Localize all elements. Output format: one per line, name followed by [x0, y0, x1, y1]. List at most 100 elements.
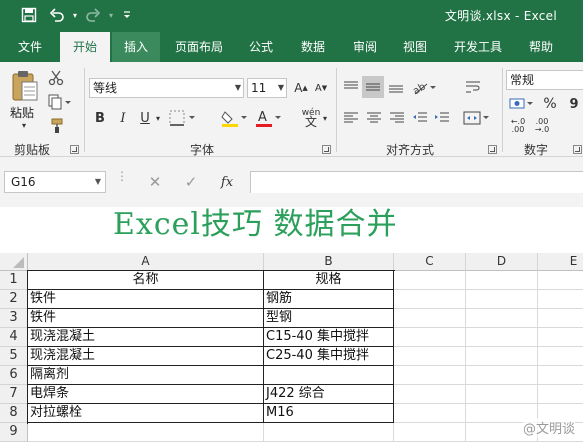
align-left-icon[interactable]: [341, 107, 361, 129]
bold-button[interactable]: B: [92, 109, 108, 127]
font-size-value: 11: [251, 81, 267, 95]
empty-grid[interactable]: [394, 271, 583, 442]
tab-formulas[interactable]: 公式: [238, 32, 284, 62]
align-bottom-icon[interactable]: [386, 76, 406, 98]
table-cell[interactable]: 现浇混凝土: [28, 328, 264, 347]
table-header-cell[interactable]: 规格: [264, 271, 394, 290]
tab-data[interactable]: 数据: [290, 32, 336, 62]
table-cell[interactable]: C15-40 集中搅拌: [264, 328, 394, 347]
align-right-icon[interactable]: [387, 107, 407, 129]
number-format-select[interactable]: 常规: [506, 70, 583, 90]
table-cell[interactable]: 铁件: [28, 290, 264, 309]
table-cell[interactable]: 现浇混凝土: [28, 347, 264, 366]
paste-dropdown-icon[interactable]: ▾: [18, 120, 30, 130]
paste-button-label[interactable]: 粘贴: [10, 104, 34, 121]
wrap-text-icon[interactable]: [462, 76, 484, 98]
number-format-value: 常规: [510, 73, 535, 87]
decrease-font-size-icon[interactable]: A ▼: [312, 78, 330, 98]
table-cell[interactable]: 铁件: [28, 309, 264, 328]
column-header-d[interactable]: D: [466, 253, 538, 271]
fill-color-icon[interactable]: [220, 107, 250, 129]
underline-button[interactable]: U: [137, 109, 153, 127]
format-painter-icon[interactable]: [46, 116, 66, 136]
copy-icon[interactable]: [46, 92, 72, 112]
banner-text: Excel技巧 数据合并: [113, 207, 398, 242]
row-header[interactable]: 1: [0, 271, 28, 290]
formula-input[interactable]: [250, 171, 583, 193]
italic-button[interactable]: I: [115, 109, 131, 127]
cancel-icon[interactable]: ✕: [144, 171, 166, 193]
paste-icon[interactable]: [8, 70, 42, 102]
table-cell[interactable]: 对拉螺栓: [28, 404, 264, 423]
row-header[interactable]: 6: [0, 366, 28, 385]
excel-window: ▾ ▾ 文明谈.xlsx - Excel 文件 开始 插入 页面布局 公式 数据…: [0, 0, 583, 445]
percent-style-button[interactable]: %: [540, 94, 560, 114]
align-middle-icon[interactable]: [362, 76, 384, 98]
decrease-decimal-icon[interactable]: .00 →.0: [532, 116, 552, 136]
row-header[interactable]: 8: [0, 404, 28, 423]
borders-icon[interactable]: [168, 107, 198, 129]
formula-bar-grip-icon[interactable]: ⋮: [116, 170, 128, 191]
increase-font-size-icon[interactable]: A ▲: [292, 78, 310, 98]
table-cell[interactable]: M16: [264, 404, 394, 423]
alignment-group-label: 对齐方式: [386, 143, 435, 157]
save-icon[interactable]: [18, 4, 40, 26]
table-cell[interactable]: [264, 366, 394, 385]
table-cell[interactable]: [28, 423, 264, 442]
name-box-dropdown-icon: ▼: [94, 177, 101, 186]
number-launcher-icon[interactable]: [573, 145, 582, 154]
tab-view[interactable]: 视图: [394, 32, 436, 62]
comma-style-icon[interactable]: 9: [564, 94, 583, 114]
table-cell[interactable]: J422 综合: [264, 385, 394, 404]
row-header[interactable]: 2: [0, 290, 28, 309]
row-header[interactable]: 3: [0, 309, 28, 328]
row-header[interactable]: 5: [0, 347, 28, 366]
column-header-c[interactable]: C: [394, 253, 466, 271]
table-cell[interactable]: [264, 423, 394, 442]
font-name-select[interactable]: 等线 ▼: [89, 78, 244, 98]
row-header[interactable]: 9: [0, 423, 28, 442]
tab-help[interactable]: 帮助: [518, 32, 564, 62]
name-box[interactable]: G16 ▼: [4, 171, 106, 193]
tab-page-layout[interactable]: 页面布局: [166, 32, 232, 62]
tab-review[interactable]: 审阅: [342, 32, 388, 62]
clipboard-launcher-icon[interactable]: [70, 145, 79, 154]
align-center-icon[interactable]: [364, 107, 384, 129]
accounting-format-icon[interactable]: [508, 94, 536, 114]
increase-decimal-icon[interactable]: ←.0.00: [508, 116, 528, 136]
font-size-select[interactable]: 11 ▼: [247, 78, 287, 98]
align-top-icon[interactable]: [341, 76, 361, 98]
table-cell[interactable]: 电焊条: [28, 385, 264, 404]
tab-file[interactable]: 文件: [4, 32, 56, 62]
name-box-value: G16: [11, 175, 36, 189]
column-header-a[interactable]: A: [28, 253, 264, 271]
insert-function-icon[interactable]: fx: [216, 171, 238, 193]
select-all-corner[interactable]: [0, 253, 28, 271]
font-launcher-icon[interactable]: [322, 145, 331, 154]
row-header[interactable]: 7: [0, 385, 28, 404]
decrease-indent-icon[interactable]: [410, 107, 430, 129]
table-cell[interactable]: 型钢: [264, 309, 394, 328]
column-header-b[interactable]: B: [264, 253, 394, 271]
tab-insert[interactable]: 插入: [112, 32, 160, 62]
phonetic-guide-icon[interactable]: wén 文: [300, 105, 322, 131]
alignment-launcher-icon[interactable]: [488, 145, 497, 154]
tab-home[interactable]: 开始: [60, 32, 110, 62]
underline-dropdown-icon[interactable]: ▾: [153, 109, 163, 127]
table-cell[interactable]: 隔离剂: [28, 366, 264, 385]
merge-center-icon[interactable]: [462, 107, 492, 129]
phonetic-dropdown-icon[interactable]: ▾: [320, 109, 330, 127]
table-header-cell[interactable]: 名称: [28, 271, 264, 290]
orientation-icon[interactable]: ab: [410, 76, 438, 98]
table-cell[interactable]: C25-40 集中搅拌: [264, 347, 394, 366]
font-color-icon[interactable]: A: [254, 107, 284, 129]
table-cell[interactable]: 钢筋: [264, 290, 394, 309]
customize-qat-icon[interactable]: [116, 4, 138, 26]
tab-developer[interactable]: 开发工具: [444, 32, 512, 62]
increase-indent-icon[interactable]: [432, 107, 452, 129]
font-size-dropdown-icon: ▼: [277, 83, 284, 92]
column-header-e[interactable]: E: [538, 253, 583, 271]
row-header[interactable]: 4: [0, 328, 28, 347]
enter-icon[interactable]: ✓: [180, 171, 202, 193]
cut-icon[interactable]: [46, 68, 66, 88]
